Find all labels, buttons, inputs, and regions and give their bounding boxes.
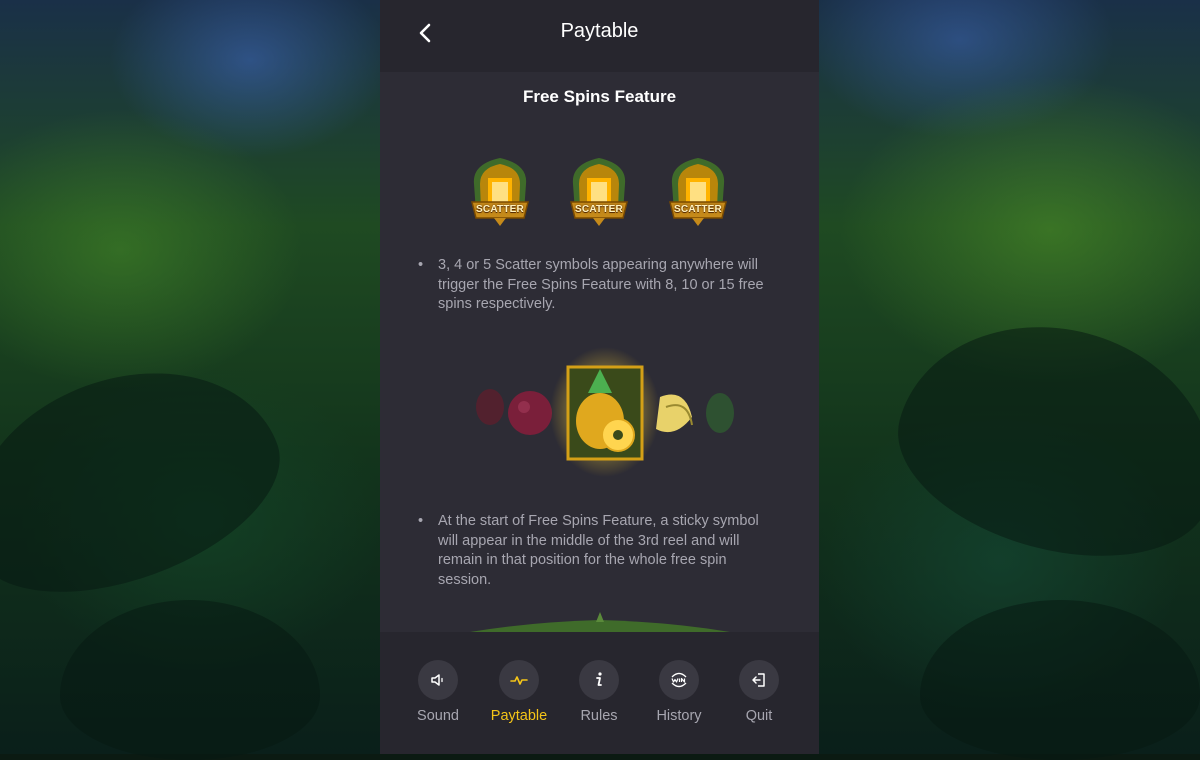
- scatter-symbol: SCATTER: [662, 154, 734, 230]
- sticky-symbol-illustration: [470, 347, 740, 477]
- header: Paytable: [380, 0, 819, 72]
- info-icon: [579, 660, 619, 700]
- paytable-icon: [499, 660, 539, 700]
- nav-quit[interactable]: Quit: [719, 660, 799, 730]
- nav-label: Quit: [745, 708, 773, 724]
- paytable-content[interactable]: Free Spins Feature SCATTER SCATTER SCATT…: [380, 72, 819, 632]
- section-title: Free Spins Feature: [522, 87, 677, 106]
- bottom-nav: Sound Paytable Rules History Quit: [380, 632, 819, 754]
- page-title: Paytable: [560, 20, 639, 42]
- bullet-scatter-rule: • 3, 4 or 5 Scatter symbols appearing an…: [418, 256, 768, 318]
- nav-label: History: [656, 708, 702, 724]
- scatter-label: SCATTER: [674, 204, 722, 215]
- nav-label: Rules: [580, 708, 618, 724]
- bullet-dot: •: [418, 513, 424, 529]
- nav-label: Sound: [417, 708, 459, 724]
- bullet-text: At the start of Free Spins Feature, a st…: [438, 513, 759, 588]
- scatter-symbol: SCATTER: [563, 154, 635, 230]
- nav-sound[interactable]: Sound: [398, 660, 478, 730]
- quit-icon: [739, 660, 779, 700]
- nav-history[interactable]: History: [639, 660, 719, 730]
- scatter-label: SCATTER: [575, 204, 623, 215]
- nav-rules[interactable]: Rules: [559, 660, 639, 730]
- scatter-symbol: SCATTER: [464, 154, 536, 230]
- bullet-text: 3, 4 or 5 Scatter symbols appearing anyw…: [438, 257, 764, 312]
- nav-label: Paytable: [490, 708, 548, 724]
- nav-paytable[interactable]: Paytable: [479, 660, 559, 730]
- bullet-sticky-rule: • At the start of Free Spins Feature, a …: [418, 512, 768, 594]
- scatter-label: SCATTER: [476, 204, 524, 215]
- scatter-symbols: SCATTER SCATTER SCATTER: [464, 154, 734, 230]
- paytable-panel: Paytable Free Spins Feature SCATTER SCAT…: [380, 0, 819, 754]
- bullet-dot: •: [418, 257, 424, 273]
- grass-illustration: [470, 612, 730, 632]
- win-history-icon: [659, 660, 699, 700]
- sound-icon: [418, 660, 458, 700]
